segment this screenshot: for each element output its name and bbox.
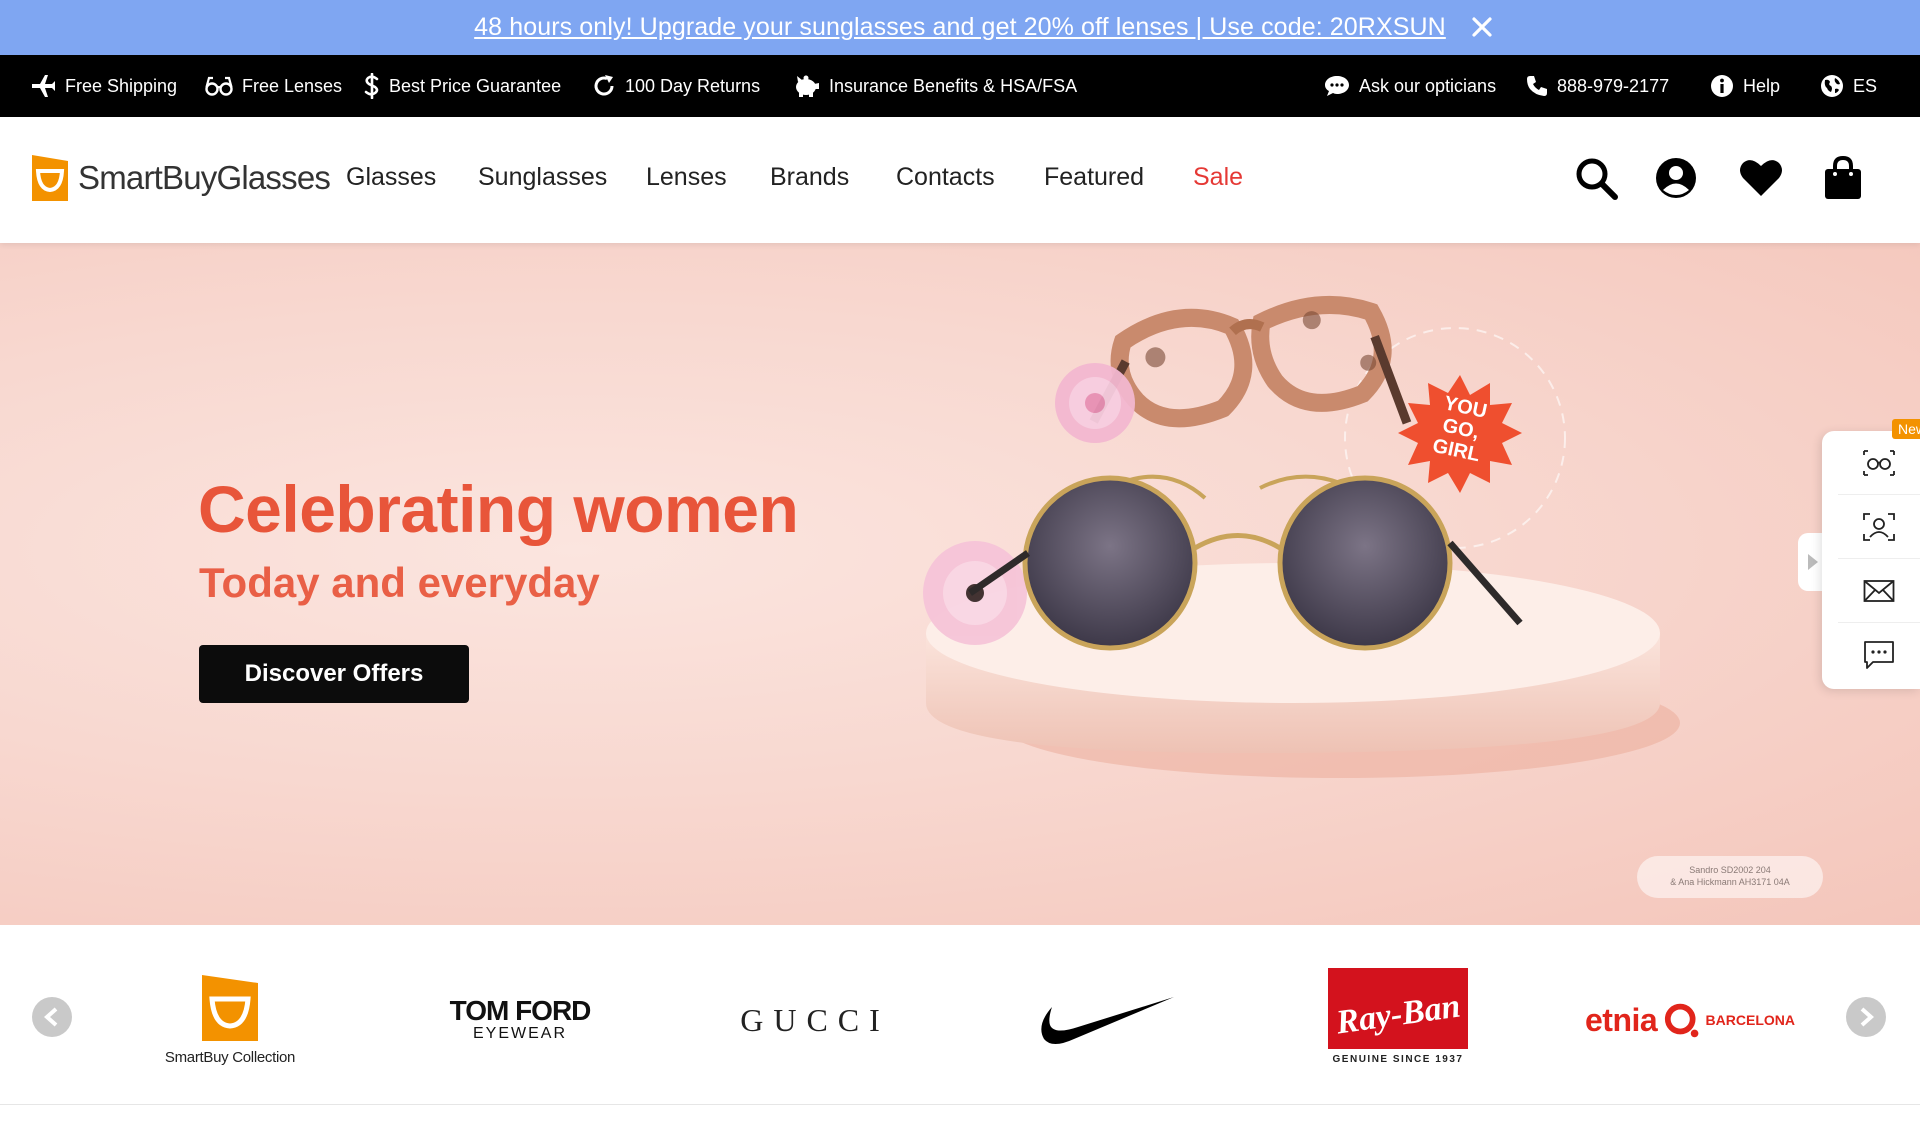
virtual-try-on-icon xyxy=(1863,449,1895,476)
nav-glasses[interactable]: Glasses xyxy=(346,163,436,192)
dollar-icon xyxy=(364,73,379,99)
logo-text: SmartBuyGlasses xyxy=(78,159,331,196)
product-credit: Sandro SD2002 204 & Ana Hickmann AH3171 … xyxy=(1637,856,1823,898)
hero-banner[interactable]: Celebrating women Today and everyday Dis… xyxy=(0,243,1920,925)
help-link[interactable]: Help xyxy=(1710,55,1780,117)
hero-product-image: YOU GO, GIRL xyxy=(923,295,1680,778)
brand-smartbuy-collection[interactable]: SmartBuy Collection xyxy=(160,967,300,1071)
site-logo[interactable]: SmartBuyGlasses xyxy=(30,152,331,204)
virtual-try-on-button[interactable]: New xyxy=(1838,419,1920,495)
logo-glasses-icon xyxy=(32,155,68,201)
wishlist-heart-icon[interactable] xyxy=(1737,154,1785,202)
chat-button[interactable] xyxy=(1838,623,1920,687)
face-scan-button[interactable] xyxy=(1838,495,1920,559)
language-label: ES xyxy=(1853,75,1878,96)
chat-icon xyxy=(1325,76,1349,96)
ask-opticians-link[interactable]: Ask our opticians xyxy=(1324,55,1496,117)
etnia-sub: BARCELONA xyxy=(1705,1012,1795,1028)
ray-ban-tagline: GENUINE SINCE 1937 xyxy=(1328,1049,1468,1065)
credit-line-2: & Ana Hickmann AH3171 04A xyxy=(1670,877,1790,887)
brand-etnia[interactable]: etnia BARCELONA xyxy=(1585,995,1795,1045)
face-scan-icon xyxy=(1863,512,1895,541)
new-badge: New xyxy=(1892,419,1920,439)
search-icon[interactable] xyxy=(1572,154,1620,202)
phone-number: 888-979-2177 xyxy=(1557,75,1670,96)
free-shipping-link[interactable]: Free Shipping xyxy=(30,55,177,117)
info-icon xyxy=(1711,75,1733,97)
carousel-next-button[interactable] xyxy=(1846,997,1886,1037)
insurance-link[interactable]: Insurance Benefits & HSA/FSA xyxy=(792,55,1077,117)
nav-sale[interactable]: Sale xyxy=(1193,163,1243,192)
returns-label: 100 Day Returns xyxy=(625,75,761,96)
tom-ford-wordmark: TOM FORD xyxy=(449,995,592,1026)
chat-bubble-icon xyxy=(1864,641,1894,669)
phone-icon xyxy=(1527,76,1547,96)
gucci-wordmark: GUCCI xyxy=(740,1001,890,1038)
caret-left-icon xyxy=(1808,554,1818,570)
chevron-left-icon xyxy=(44,1007,58,1027)
ray-ban-wordmark: Ray-Ban xyxy=(1333,987,1463,1042)
account-icon[interactable] xyxy=(1652,154,1700,202)
nav-featured[interactable]: Featured xyxy=(1044,163,1144,192)
glasses-icon xyxy=(205,76,233,96)
main-header: SmartBuyGlasses Glasses Sunglasses Lense… xyxy=(0,117,1920,243)
help-label: Help xyxy=(1743,75,1781,96)
chevron-right-icon xyxy=(1860,1007,1874,1027)
etnia-o-logo xyxy=(1665,1003,1699,1038)
free-shipping-label: Free Shipping xyxy=(65,75,178,96)
insurance-label: Insurance Benefits & HSA/FSA xyxy=(829,75,1078,96)
etnia-wordmark: etnia xyxy=(1585,1001,1658,1038)
brand-carousel: SmartBuy Collection TOM FORD EYEWEAR GUC… xyxy=(0,925,1920,1105)
refresh-icon xyxy=(594,75,614,96)
best-price-link[interactable]: Best Price Guarantee xyxy=(364,55,561,117)
carousel-prev-button[interactable] xyxy=(32,997,72,1037)
globe-icon xyxy=(1821,75,1843,97)
nike-swoosh-logo xyxy=(1041,997,1174,1044)
close-icon[interactable] xyxy=(1466,11,1498,43)
nav-brands[interactable]: Brands xyxy=(770,163,849,192)
utility-bar: Free Shipping Free Lenses Best Price Gua… xyxy=(0,55,1920,117)
nav-lenses[interactable]: Lenses xyxy=(646,163,727,192)
tom-ford-sub: EYEWEAR xyxy=(472,1025,567,1042)
nav-sunglasses[interactable]: Sunglasses xyxy=(478,163,607,192)
brand-ray-ban[interactable]: Ray-Ban xyxy=(1328,968,1468,1062)
best-price-label: Best Price Guarantee xyxy=(389,75,562,96)
hero-title: Celebrating women xyxy=(198,472,799,546)
brand-tom-ford[interactable]: TOM FORD EYEWEAR xyxy=(440,985,600,1055)
discover-offers-button[interactable]: Discover Offers xyxy=(199,645,469,703)
email-button[interactable] xyxy=(1838,559,1920,623)
smartbuy-collection-logo xyxy=(202,974,258,1041)
brand-nike[interactable] xyxy=(1030,985,1180,1055)
language-switch[interactable]: ES xyxy=(1820,55,1877,117)
brand-gucci[interactable]: GUCCI xyxy=(730,995,900,1045)
free-lenses-label: Free Lenses xyxy=(242,75,343,96)
phone-link[interactable]: 888-979-2177 xyxy=(1526,55,1669,117)
smartbuy-caption: SmartBuy Collection xyxy=(164,1048,296,1066)
you-go-girl-sticker: YOU GO, GIRL xyxy=(1398,375,1522,493)
nav-contacts[interactable]: Contacts xyxy=(896,163,995,192)
shopping-bag-icon[interactable] xyxy=(1819,154,1867,202)
free-lenses-link[interactable]: Free Lenses xyxy=(205,55,342,117)
credit-line-1: Sandro SD2002 204 xyxy=(1689,865,1771,875)
airplane-icon xyxy=(32,75,55,97)
email-icon xyxy=(1863,579,1895,602)
promo-link[interactable]: 48 hours only! Upgrade your sunglasses a… xyxy=(474,13,1446,42)
promo-banner: 48 hours only! Upgrade your sunglasses a… xyxy=(0,0,1920,55)
side-widget: New xyxy=(1822,419,1920,689)
piggy-bank-icon xyxy=(796,75,819,97)
hero-subtitle: Today and everyday xyxy=(199,559,600,606)
returns-link[interactable]: 100 Day Returns xyxy=(592,55,760,117)
flower-top xyxy=(1055,363,1135,443)
ask-opticians-label: Ask our opticians xyxy=(1359,75,1497,96)
